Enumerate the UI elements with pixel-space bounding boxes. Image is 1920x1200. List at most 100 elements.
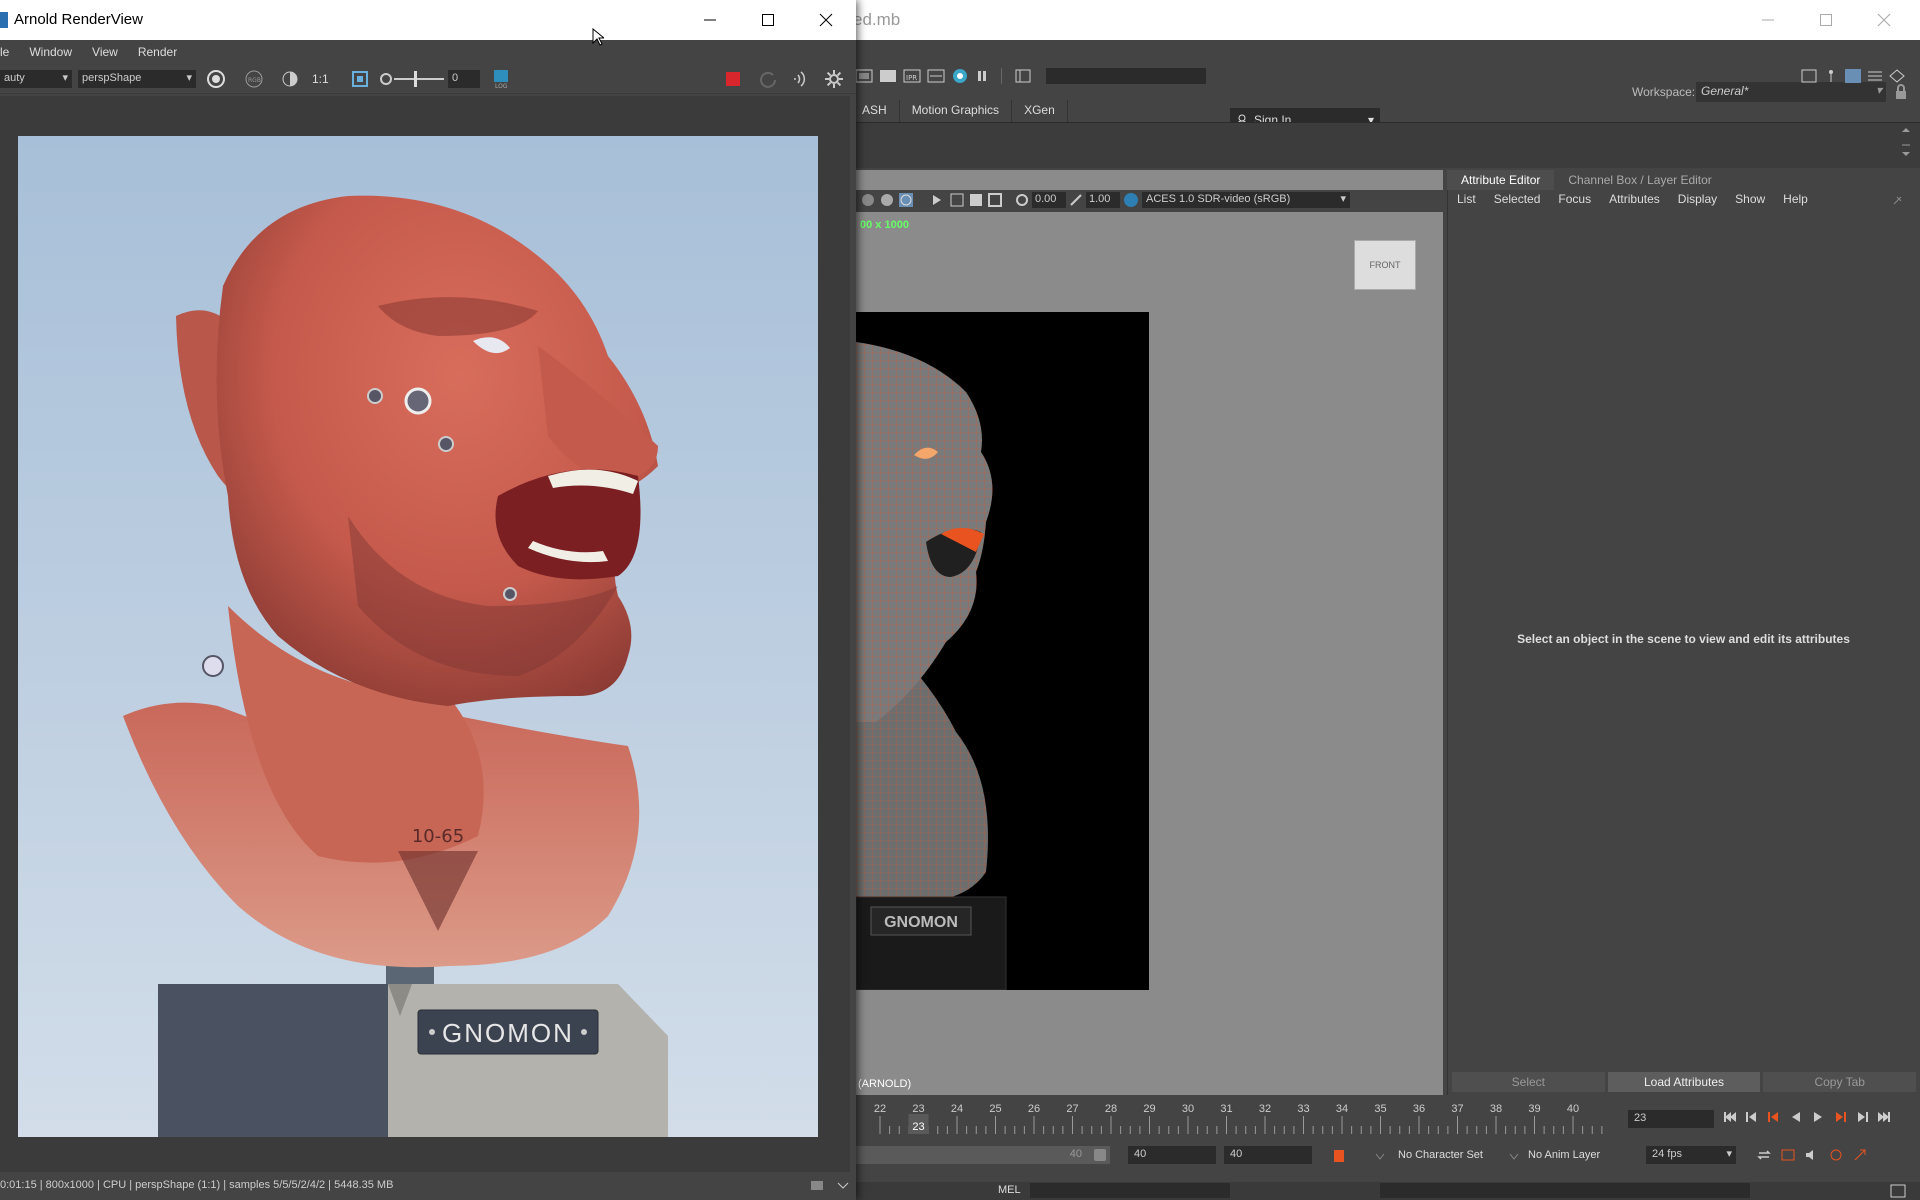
menu-view[interactable]: View: [92, 45, 118, 59]
step-back-key-icon[interactable]: [1744, 1110, 1760, 1124]
menu-focus[interactable]: Focus: [1558, 192, 1591, 206]
menu-attributes[interactable]: Attributes: [1609, 192, 1660, 206]
menu-list[interactable]: List: [1457, 192, 1476, 206]
select-camera-icon[interactable]: [930, 192, 946, 208]
anim-layer-label[interactable]: No Anim Layer: [1528, 1149, 1600, 1161]
loop-icon[interactable]: [1756, 1147, 1772, 1163]
pin-icon[interactable]: [1892, 194, 1904, 206]
channel-display-icon[interactable]: [206, 69, 226, 89]
tool-settings-icon[interactable]: [1866, 68, 1884, 84]
chevron-down-icon[interactable]: [836, 1179, 850, 1191]
resolution-gate-icon[interactable]: [987, 192, 1003, 208]
tab-channel-box[interactable]: Channel Box / Layer Editor: [1554, 170, 1725, 190]
smooth-shade-icon[interactable]: [879, 192, 895, 208]
log-view-icon[interactable]: LOG: [492, 68, 512, 90]
wireframe-on-shaded-icon[interactable]: [898, 192, 914, 208]
shelf-tab-motion-graphics[interactable]: Motion Graphics: [900, 100, 1013, 122]
wireframe-icon[interactable]: [860, 192, 876, 208]
ipr-interactive-icon[interactable]: [790, 69, 810, 89]
exposure-slider-handle[interactable]: [414, 71, 417, 87]
ipr-icon[interactable]: IPR: [903, 68, 921, 84]
load-attributes-button[interactable]: Load Attributes: [1607, 1072, 1761, 1092]
snapshot-icon[interactable]: [1014, 68, 1032, 84]
render-frame-icon[interactable]: [855, 68, 873, 84]
exposure-field[interactable]: 0.00: [1032, 192, 1066, 208]
menu-window[interactable]: Window: [29, 45, 72, 59]
exposure-slider[interactable]: [394, 71, 444, 87]
workspace-dropdown[interactable]: General* ▾: [1696, 82, 1886, 102]
shelf-tab-mash[interactable]: ASH: [850, 100, 900, 122]
exposure-field[interactable]: 0: [448, 70, 480, 88]
command-language-label[interactable]: MEL: [998, 1184, 1021, 1196]
render-settings-icon[interactable]: [927, 68, 945, 84]
arv-maximize-button[interactable]: [740, 0, 796, 40]
aov-dropdown[interactable]: auty ▾: [0, 70, 72, 88]
cache-icon[interactable]: [1780, 1147, 1796, 1163]
play-backward-icon[interactable]: [1788, 1110, 1804, 1124]
zoom-ratio-label[interactable]: 1:1: [312, 72, 329, 86]
attribute-editor-toggle-icon[interactable]: [1844, 68, 1862, 84]
crop-region-icon[interactable]: [350, 69, 370, 89]
render-region-icon[interactable]: [879, 68, 897, 84]
auto-key-icon[interactable]: [1332, 1148, 1346, 1164]
range-handle[interactable]: [1094, 1149, 1106, 1161]
viewcube[interactable]: FRONT: [1354, 240, 1416, 290]
quick-search-field[interactable]: [1046, 68, 1206, 84]
character-set-icon[interactable]: [1374, 1150, 1386, 1162]
camera-dropdown[interactable]: perspShape ▾: [78, 70, 196, 88]
playback-end-field[interactable]: 40: [1224, 1146, 1312, 1164]
copy-tab-button[interactable]: Copy Tab: [1763, 1072, 1917, 1092]
maya-maximize-button[interactable]: [1798, 0, 1854, 40]
menu-help[interactable]: Help: [1783, 192, 1808, 206]
anim-layer-icon[interactable]: [1508, 1150, 1520, 1162]
shelf-scroll-icon[interactable]: [1900, 125, 1912, 159]
arv-minimize-button[interactable]: [682, 0, 738, 40]
color-management-icon[interactable]: [1123, 192, 1139, 208]
range-slider[interactable]: 40: [850, 1146, 1110, 1164]
arnold-render-icon[interactable]: [951, 68, 969, 84]
menu-selected[interactable]: Selected: [1494, 192, 1541, 206]
character-set-label[interactable]: No Character Set: [1398, 1149, 1483, 1161]
step-back-icon[interactable]: [1766, 1110, 1782, 1124]
settings-icon[interactable]: [1852, 1147, 1868, 1163]
rgb-channel-icon[interactable]: RGB: [244, 69, 264, 89]
select-button[interactable]: Select: [1452, 1072, 1605, 1092]
menu-render[interactable]: Render: [138, 45, 177, 59]
view-transform-dropdown[interactable]: ACES 1.0 SDR-video (sRGB) ▾: [1142, 192, 1350, 208]
command-input[interactable]: [1030, 1183, 1230, 1198]
animation-preferences-icon[interactable]: [1828, 1147, 1844, 1163]
human-ik-icon[interactable]: [1822, 68, 1840, 84]
maya-close-button[interactable]: [1856, 0, 1912, 40]
menu-display[interactable]: Display: [1678, 192, 1717, 206]
menu-show[interactable]: Show: [1735, 192, 1765, 206]
current-frame-field[interactable]: 23: [1628, 1110, 1714, 1128]
script-editor-icon[interactable]: [1890, 1184, 1906, 1198]
refresh-render-icon[interactable]: [758, 69, 778, 89]
fps-dropdown[interactable]: 24 fps ▾: [1646, 1146, 1736, 1164]
range-end-label: 40: [1069, 1148, 1082, 1160]
menu-file[interactable]: le: [0, 45, 9, 59]
xray-icon[interactable]: [968, 192, 984, 208]
step-forward-icon[interactable]: [1832, 1110, 1848, 1124]
go-to-end-icon[interactable]: [1876, 1110, 1892, 1124]
play-forward-icon[interactable]: [1810, 1110, 1826, 1124]
isolate-select-icon[interactable]: [949, 192, 965, 208]
gamma-field[interactable]: 1.00: [1086, 192, 1120, 208]
display-correction-icon[interactable]: [280, 69, 300, 89]
step-forward-key-icon[interactable]: [1854, 1110, 1870, 1124]
tab-attribute-editor[interactable]: Attribute Editor: [1447, 170, 1555, 190]
modeling-toolkit-icon[interactable]: [1800, 68, 1818, 84]
shelf-tab-xgen[interactable]: XGen: [1012, 100, 1068, 122]
animation-end-field[interactable]: 40: [1128, 1146, 1216, 1164]
snapshot-icon[interactable]: [810, 1179, 824, 1191]
stop-render-icon[interactable]: [724, 70, 742, 88]
pause-icon[interactable]: [975, 68, 989, 84]
channel-box-icon[interactable]: [1888, 68, 1906, 84]
arv-close-button[interactable]: [798, 0, 854, 40]
viewport-render-gate: GNOMON: [856, 312, 1149, 990]
sound-icon[interactable]: [1804, 1147, 1820, 1163]
maya-minimize-button[interactable]: [1740, 0, 1796, 40]
lock-icon[interactable]: [1894, 84, 1908, 100]
go-to-start-icon[interactable]: [1722, 1110, 1738, 1124]
gear-icon[interactable]: [824, 69, 844, 89]
